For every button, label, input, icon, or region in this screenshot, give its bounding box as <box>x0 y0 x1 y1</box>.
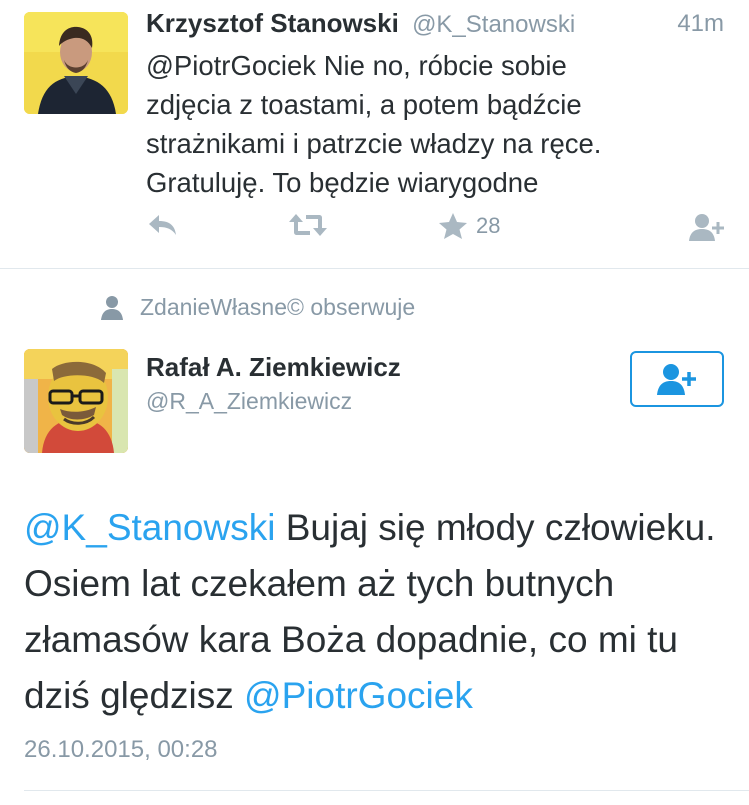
likes-count: 28 <box>476 213 501 238</box>
mention-link[interactable]: @PiotrGociek <box>244 675 473 716</box>
retweet-icon <box>289 214 327 236</box>
tweet-date: 26.10.2015, 00:28 <box>24 736 218 763</box>
star-icon <box>439 213 467 239</box>
author-name[interactable]: Rafał A. Ziemkiewicz <box>146 352 401 383</box>
avatar[interactable] <box>24 349 128 453</box>
author-name[interactable]: Krzysztof Stanowski @K_Stanowski <box>146 8 575 39</box>
add-user-icon <box>657 364 696 395</box>
tweet-text-line: strażnikami i patrzcie władzy na ręce. <box>146 128 602 159</box>
author-handle: @K_Stanowski <box>412 11 576 38</box>
divider <box>0 268 749 269</box>
follow-button[interactable] <box>630 351 724 407</box>
follow-user-icon <box>689 214 724 241</box>
author-handle[interactable]: @R_A_Ziemkiewicz <box>146 388 352 415</box>
follow-user-button[interactable] <box>688 212 728 242</box>
retweet-button[interactable] <box>288 212 328 238</box>
divider <box>24 790 749 791</box>
avatar[interactable] <box>24 12 128 114</box>
social-context-text: ZdanieWłasne© obserwuje <box>140 294 416 320</box>
tweet-text-line: @PiotrGociek Nie no, róbcie sobie <box>146 50 567 81</box>
tweet-text-line: Gratuluję. To będzie wiarygodne <box>146 167 539 198</box>
reply-icon <box>149 215 176 235</box>
favorite-button[interactable]: 28 <box>438 212 500 240</box>
social-context[interactable]: ZdanieWłasne© obserwuje <box>100 294 415 321</box>
tweet-text-line: zdjęcia z toastami, a potem bądźcie <box>146 89 582 120</box>
person-icon <box>101 295 123 320</box>
tweet-text: @K_Stanowski Bujaj się młody człowieku. … <box>24 500 734 724</box>
tweet-text: @PiotrGociek Nie no, róbcie sobie zdjęci… <box>146 46 731 202</box>
tweet-krzysztof[interactable]: Krzysztof Stanowski @K_Stanowski 41m @Pi… <box>0 0 749 268</box>
reply-button[interactable] <box>146 212 178 238</box>
timestamp[interactable]: 41m <box>677 10 724 38</box>
tweet-actions: 28 <box>0 212 749 248</box>
mention-link[interactable]: @K_Stanowski <box>24 507 275 548</box>
